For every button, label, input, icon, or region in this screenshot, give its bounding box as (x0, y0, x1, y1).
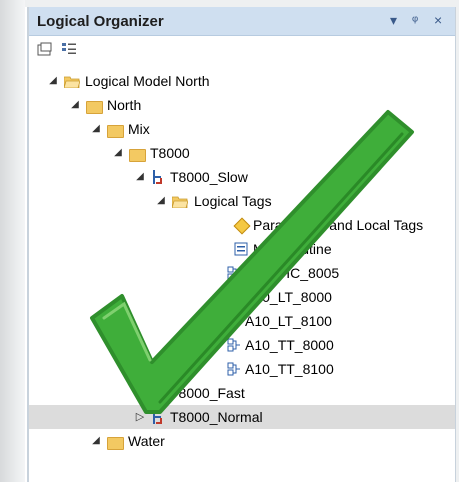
pin-icon[interactable]: ᵠ (412, 12, 418, 28)
tag-icon (227, 338, 240, 352)
tree-item-label: Water (128, 433, 165, 449)
tree-item-north[interactable]: ◢ North (29, 93, 455, 117)
tree-item-t8000[interactable]: ◢ T8000 (29, 141, 455, 165)
routine-icon (234, 242, 248, 256)
folder-icon (129, 149, 146, 162)
tree-item-label: T8000_Normal (170, 409, 263, 425)
collapse-icon[interactable]: ◢ (134, 165, 146, 189)
tag-icon (227, 362, 240, 376)
logical-tree: ◢ Logical Model North ◢ North ◢ Mix ◢ T8… (29, 69, 455, 482)
parameters-icon (233, 217, 251, 235)
program-icon (153, 386, 162, 400)
dropdown-icon[interactable]: ▾ (390, 12, 397, 29)
expand-icon[interactable]: ▷ (134, 405, 146, 429)
new-folder-icon[interactable] (37, 42, 53, 56)
tree-item-mix[interactable]: ◢ Mix (29, 117, 455, 141)
tree-item-water[interactable]: ◢ Water (29, 429, 455, 453)
tree-item-t8000-normal[interactable]: ▷ T8000_Normal (29, 405, 455, 429)
tree-item-label: Logical Tags (194, 193, 272, 209)
collapse-icon[interactable]: ◢ (112, 141, 124, 165)
tree-item-a10-tt-8000[interactable]: A10_TT_8000 (29, 333, 455, 357)
tag-icon (227, 266, 240, 280)
tree-item-parameters-and-local-tags[interactable]: Parameters and Local Tags (29, 213, 455, 237)
folder-icon (86, 101, 103, 114)
tree-item-mainroutine[interactable]: MainRoutine (29, 237, 455, 261)
collapse-icon[interactable]: ◢ (90, 429, 102, 453)
program-icon (153, 170, 162, 184)
folder-icon (107, 125, 124, 138)
tree-item-a10-fic-8005[interactable]: A10_FIC_8005 (29, 261, 455, 285)
tree-item-label: North (107, 97, 142, 113)
folder-icon (107, 437, 124, 450)
tree-item-a10-lt-8100[interactable]: A10_LT_8100 (29, 309, 455, 333)
tree-item-logical-tags[interactable]: ◢ Logical Tags (29, 189, 455, 213)
tree-item-t8000-slow[interactable]: ◢ T8000_Slow (29, 165, 455, 189)
collapse-icon[interactable]: ◢ (155, 189, 167, 213)
open-folder-icon (64, 76, 80, 88)
tree-item-label: A10_TT_8100 (245, 361, 334, 377)
logical-organizer-panel: Logical Organizer ▾ ᵠ × ◢ Logical Model … (27, 7, 456, 482)
collapse-icon[interactable]: ◢ (90, 117, 102, 141)
background-strip (0, 0, 459, 7)
open-folder-icon (172, 196, 188, 208)
program-icon (153, 410, 162, 424)
properties-icon[interactable] (61, 42, 77, 56)
background-shadow (0, 0, 25, 482)
tree-item-a10-tt-8100[interactable]: A10_TT_8100 (29, 357, 455, 381)
tag-icon (227, 314, 240, 328)
tree-item-label: A10_LT_8000 (245, 289, 332, 305)
panel-title: Logical Organizer (37, 13, 164, 30)
close-icon[interactable]: × (434, 12, 442, 28)
tree-item-t8000-fast[interactable]: T8000_Fast (29, 381, 455, 405)
tree-item-label: T8000_Fast (170, 385, 245, 401)
tag-icon (227, 290, 240, 304)
panel-toolbar (29, 36, 455, 63)
tree-item-label: A10_FIC_8005 (245, 265, 340, 281)
tree-item-label: Logical Model North (85, 73, 210, 89)
tree-item-label: MainRoutine (253, 241, 332, 257)
collapse-icon[interactable]: ◢ (69, 93, 81, 117)
tree-item-label: Mix (128, 121, 150, 137)
tree-item-label: A10_LT_8100 (245, 313, 332, 329)
tree-item-label: T8000_Slow (170, 169, 248, 185)
tree-item-label: T8000 (150, 145, 190, 161)
tree-item-a10-lt-8000[interactable]: A10_LT_8000 (29, 285, 455, 309)
tree-item-label: A10_TT_8000 (245, 337, 334, 353)
tree-item-logical-model-north[interactable]: ◢ Logical Model North (29, 69, 455, 93)
collapse-icon[interactable]: ◢ (47, 69, 59, 93)
panel-titlebar: Logical Organizer ▾ ᵠ × (29, 7, 455, 36)
tree-item-label: Parameters and Local Tags (253, 217, 424, 233)
